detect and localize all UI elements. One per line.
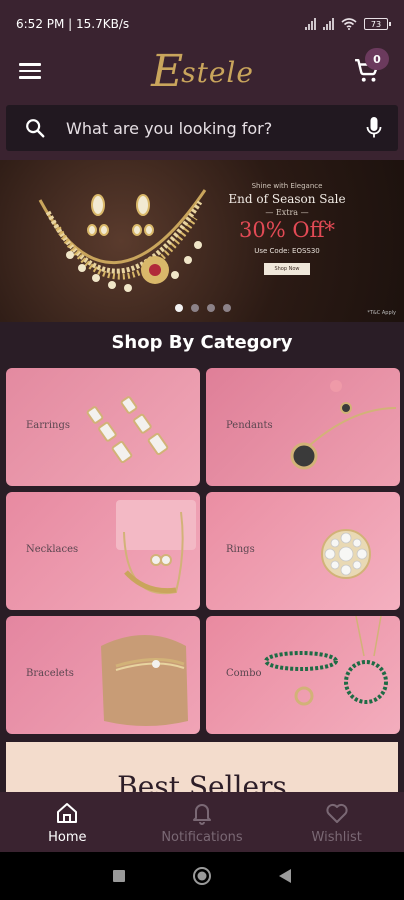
signal-icon	[305, 18, 316, 30]
category-tile-rings[interactable]: Rings	[206, 492, 400, 610]
banner-tagline: Shine with Elegance	[251, 182, 323, 190]
category-label: Pendants	[226, 420, 273, 431]
banner-extra: — Extra —	[265, 208, 309, 217]
nav-label: Wishlist	[311, 829, 362, 845]
banner-tnc: *T&C Apply	[367, 310, 396, 316]
status-bar: 6:52 PM | 15.7KB/s 73	[0, 0, 404, 48]
carousel-dot[interactable]	[223, 304, 231, 312]
back-icon[interactable]	[278, 868, 292, 884]
banner-offer: 30% Off*	[239, 218, 335, 242]
home-icon	[57, 802, 78, 823]
category-label: Necklaces	[26, 544, 79, 555]
best-sellers-section: Best Sellers	[6, 742, 398, 792]
app-header: Estele	[0, 48, 404, 96]
shop-now-button[interactable]: Shop Now	[264, 263, 310, 275]
wifi-icon	[341, 18, 357, 30]
nav-item-home[interactable]: Home	[0, 792, 135, 852]
nav-item-wishlist[interactable]: Wishlist	[269, 792, 404, 852]
carousel-dots	[175, 304, 231, 312]
brand-logo: Estele	[151, 46, 254, 97]
section-title: Shop By Category	[111, 331, 293, 353]
category-tile-necklaces[interactable]: Necklaces	[6, 492, 200, 610]
cart-badge: 0	[365, 48, 389, 70]
necklace-image	[38, 189, 207, 292]
carousel-dot[interactable]	[207, 304, 215, 312]
category-tile-combo[interactable]: Combo	[206, 616, 400, 734]
carousel-dot[interactable]	[191, 304, 199, 312]
banner-text: Shine with Elegance End of Season Sale —…	[226, 182, 348, 275]
search-icon	[26, 119, 45, 138]
heart-icon	[326, 803, 348, 823]
category-label: Earrings	[26, 420, 70, 431]
nav-label: Notifications	[161, 829, 243, 845]
recent-apps-icon[interactable]	[112, 869, 126, 883]
category-tile-bracelets[interactable]: Bracelets	[6, 616, 200, 734]
carousel-dot[interactable]	[175, 304, 183, 312]
category-label: Rings	[226, 544, 255, 555]
bottom-nav: Home Notifications Wishlist	[0, 792, 404, 852]
battery-icon: 73	[364, 18, 391, 30]
best-sellers-title: Best Sellers	[117, 770, 287, 792]
banner-code: Use Code: EOSS30	[254, 247, 320, 255]
category-label: Combo	[226, 668, 262, 679]
category-tile-pendants[interactable]: Pendants	[206, 368, 400, 486]
search-input[interactable]: What are you looking for?	[66, 119, 366, 138]
status-time: 6:52 PM | 15.7KB/s	[16, 17, 130, 31]
nav-item-notifications[interactable]: Notifications	[135, 792, 270, 852]
search-bar[interactable]: What are you looking for?	[6, 105, 398, 151]
search-container: What are you looking for?	[0, 96, 404, 160]
category-label: Bracelets	[26, 668, 74, 679]
nav-label: Home	[48, 829, 87, 845]
microphone-icon[interactable]	[366, 116, 382, 140]
promo-banner[interactable]: Shine with Elegance End of Season Sale —…	[0, 160, 404, 322]
status-icons: 73	[305, 18, 391, 30]
home-button-icon[interactable]	[192, 866, 212, 886]
signal-icon-2	[323, 18, 334, 30]
banner-headline: End of Season Sale	[228, 192, 346, 206]
system-nav-bar	[0, 852, 404, 900]
menu-icon[interactable]	[19, 60, 41, 82]
bell-icon	[193, 803, 211, 825]
category-tile-earrings[interactable]: Earrings	[6, 368, 200, 486]
